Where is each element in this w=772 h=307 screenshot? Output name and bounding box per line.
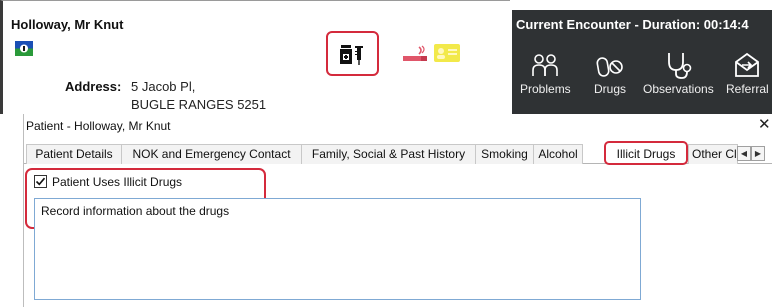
referral-label: Referral — [726, 82, 769, 96]
problems-button[interactable]: Problems — [520, 50, 571, 96]
illicit-drugs-checkbox-label[interactable]: Patient Uses Illicit Drugs — [52, 175, 182, 189]
observations-label: Observations — [643, 82, 714, 96]
flag-icon — [15, 41, 33, 56]
address-line-2: BUGLE RANGES 5251 — [131, 97, 267, 112]
address-line-1: 5 Jacob Pl, — [131, 79, 196, 94]
problems-label: Problems — [520, 82, 571, 96]
address-label: Address: — [65, 79, 122, 94]
tab-family-social-past-history[interactable]: Family, Social & Past History — [301, 144, 476, 164]
patient-dialog: Patient - Holloway, Mr Knut ✕ Patient De… — [23, 114, 772, 307]
dialog-title: Patient - Holloway, Mr Knut — [26, 119, 171, 133]
patient-name: Holloway, Mr Knut — [11, 17, 124, 32]
current-encounter-panel: Current Encounter - Duration: 00:14:4 Pr… — [512, 10, 772, 114]
drug-notes-text: Record information about the drugs — [41, 204, 230, 218]
encounter-title: Current Encounter - Duration: 00:14:4 — [516, 17, 749, 32]
referral-icon — [735, 52, 760, 77]
tab-patient-details[interactable]: Patient Details — [26, 144, 122, 164]
tab-scroll-right-icon[interactable]: ▶ — [751, 146, 765, 161]
id-card-icon[interactable] — [433, 43, 461, 63]
illicit-drugs-alert-button[interactable] — [326, 31, 379, 76]
close-icon[interactable]: ✕ — [758, 117, 771, 133]
tab-bar: Patient Details NOK and Emergency Contac… — [24, 141, 772, 165]
stethoscope-icon — [668, 53, 692, 79]
drugs-label: Drugs — [594, 82, 627, 96]
tab-illicit-drugs[interactable]: Illicit Drugs — [604, 141, 688, 165]
observations-button[interactable]: Observations — [643, 50, 714, 96]
drugs-icon — [596, 57, 623, 77]
tab-nok-emergency-contact[interactable]: NOK and Emergency Contact — [121, 144, 302, 164]
tab-smoking[interactable]: Smoking — [475, 144, 534, 164]
illicit-drugs-checkbox[interactable] — [34, 175, 47, 188]
smoking-icon[interactable] — [401, 45, 429, 63]
tab-alcohol[interactable]: Alcohol — [533, 144, 583, 164]
drug-notes-textarea[interactable]: Record information about the drugs — [34, 198, 641, 300]
checkmark-icon — [35, 177, 46, 186]
tab-scroll-left-icon[interactable]: ◀ — [737, 146, 751, 161]
tab-scroll-buttons: ◀ ▶ — [737, 146, 765, 161]
referral-button[interactable]: Referral — [726, 50, 769, 96]
tab-other-clinical[interactable]: Other Cli — [688, 144, 738, 164]
drug-bottle-syringe-icon — [339, 44, 363, 65]
drugs-button[interactable]: Drugs — [594, 50, 626, 96]
problems-icon — [532, 54, 559, 76]
patient-header: Holloway, Mr Knut Address: 5 Jacob Pl, B… — [0, 0, 510, 114]
